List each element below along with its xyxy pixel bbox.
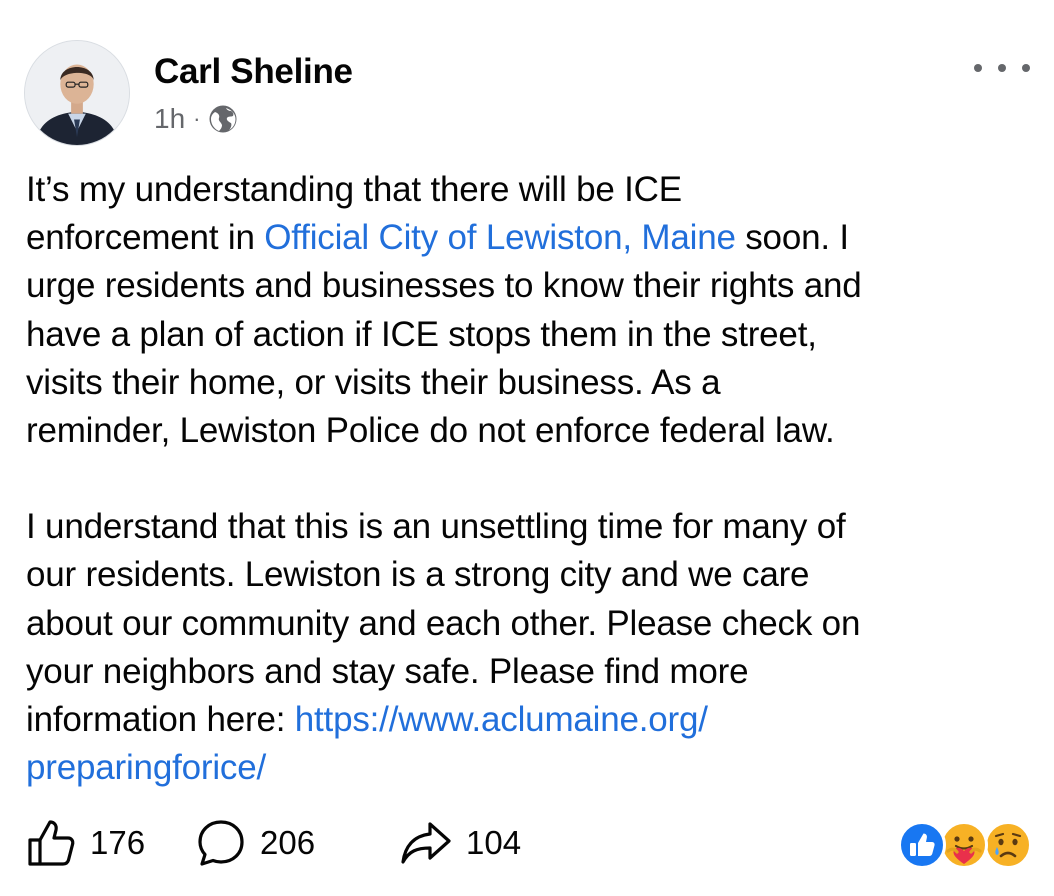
share-arrow-icon [401,822,451,864]
comment-count: 206 [260,824,316,861]
more-dot-icon [1022,64,1030,72]
post-text: information here: [26,700,295,740]
share-button[interactable]: 104 [400,818,521,868]
aclu-link-continued[interactable]: preparingforice/ [26,748,266,787]
post-text: It’s my understanding that there will be… [26,170,682,209]
sad-reaction-icon [984,821,1032,869]
post-text: reminder, Lewiston Police do not enforce… [26,411,835,451]
post-text: our residents. Lewiston is a strong city… [26,555,810,595]
post-paragraph-2: I understand that this is an unsettling … [26,503,1036,792]
like-count: 176 [90,824,146,861]
comment-button[interactable]: 206 [196,818,400,868]
post-text: I understand that this is an unsettling … [26,507,846,547]
more-dot-icon [998,64,1006,72]
care-reaction-icon [940,821,988,869]
page-mention-link[interactable]: Official City of Lewiston, Maine [264,218,736,257]
post-text: soon. I [735,218,849,258]
more-dot-icon [974,64,982,72]
meta-separator: · [193,106,201,131]
post-text: visits their home, or visits their busin… [26,362,721,402]
like-reaction-icon [898,821,946,869]
aclu-link[interactable]: https://www.aclumaine.org/ [295,700,708,739]
post-paragraph-1: It’s my understanding that there will be… [26,166,1036,455]
reactions-summary[interactable] [898,821,1036,871]
author-photo [25,41,129,145]
post-body: It’s my understanding that there will be… [26,166,1036,792]
post-actions: 176 206 104 [26,814,521,872]
like-button[interactable]: 176 [26,818,196,868]
thumbs-up-icon [28,820,75,866]
more-options-button[interactable] [974,56,1030,80]
globe-icon[interactable] [208,104,238,134]
post-timestamp[interactable]: 1h [154,103,185,135]
post-text: urge residents and businesses to know th… [26,266,862,306]
author-avatar[interactable] [24,40,130,146]
post-meta: 1h · [154,100,238,138]
author-name[interactable]: Carl Sheline [154,50,353,94]
comment-bubble-icon [198,820,244,866]
post-text: enforcement in [26,218,265,258]
post-text: your neighbors and stay safe. Please fin… [26,651,749,691]
share-count: 104 [466,824,522,861]
post-text: have a plan of action if ICE stops them … [26,314,817,354]
post-text: about our community and each other. Plea… [26,603,861,643]
